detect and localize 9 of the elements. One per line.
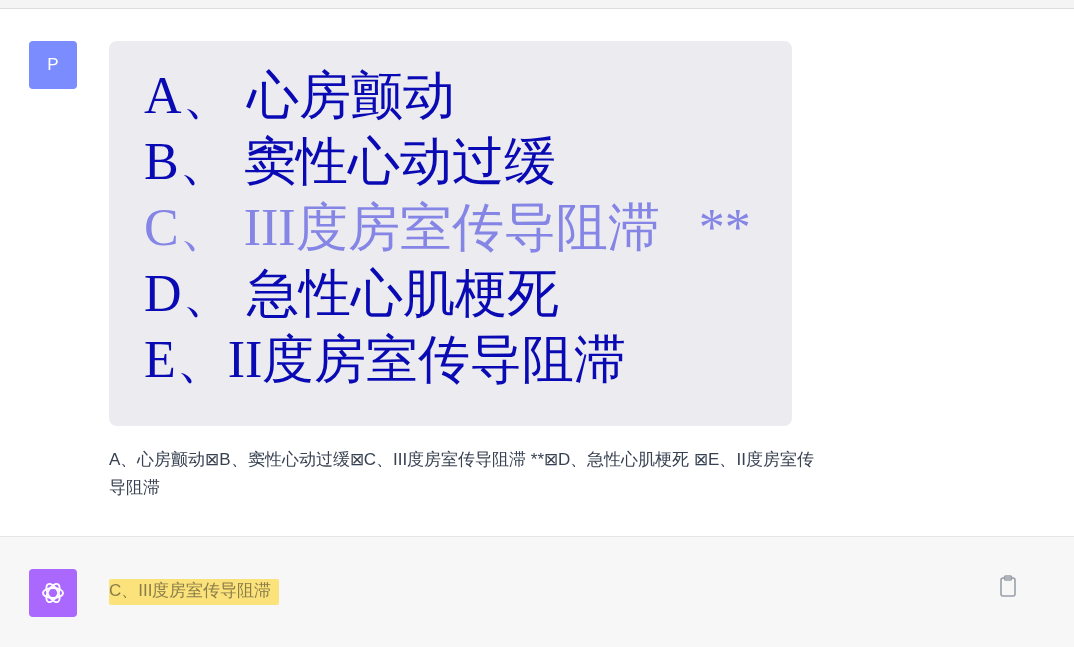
option-line: E、II度房室传导阻滞 <box>144 330 628 390</box>
option-line: A、 心房颤动 <box>144 66 456 126</box>
option-line: C、 III度房室传导阻滞 ** <box>144 198 752 258</box>
option-line: B、 窦性心动过缓 <box>144 132 557 192</box>
user-avatar: P <box>29 41 77 89</box>
answer-text: C、III度房室传导阻滞 <box>109 579 280 605</box>
option-line: D、 急性心肌梗死 <box>144 264 560 324</box>
message-text: A、心房颤动⊠B、窦性心动过缓⊠C、III度房室传导阻滞 **⊠D、急性心肌梗死 ⊠E、II度房室传导阻滞 <box>109 449 815 499</box>
clipboard-icon[interactable] <box>999 575 1017 597</box>
